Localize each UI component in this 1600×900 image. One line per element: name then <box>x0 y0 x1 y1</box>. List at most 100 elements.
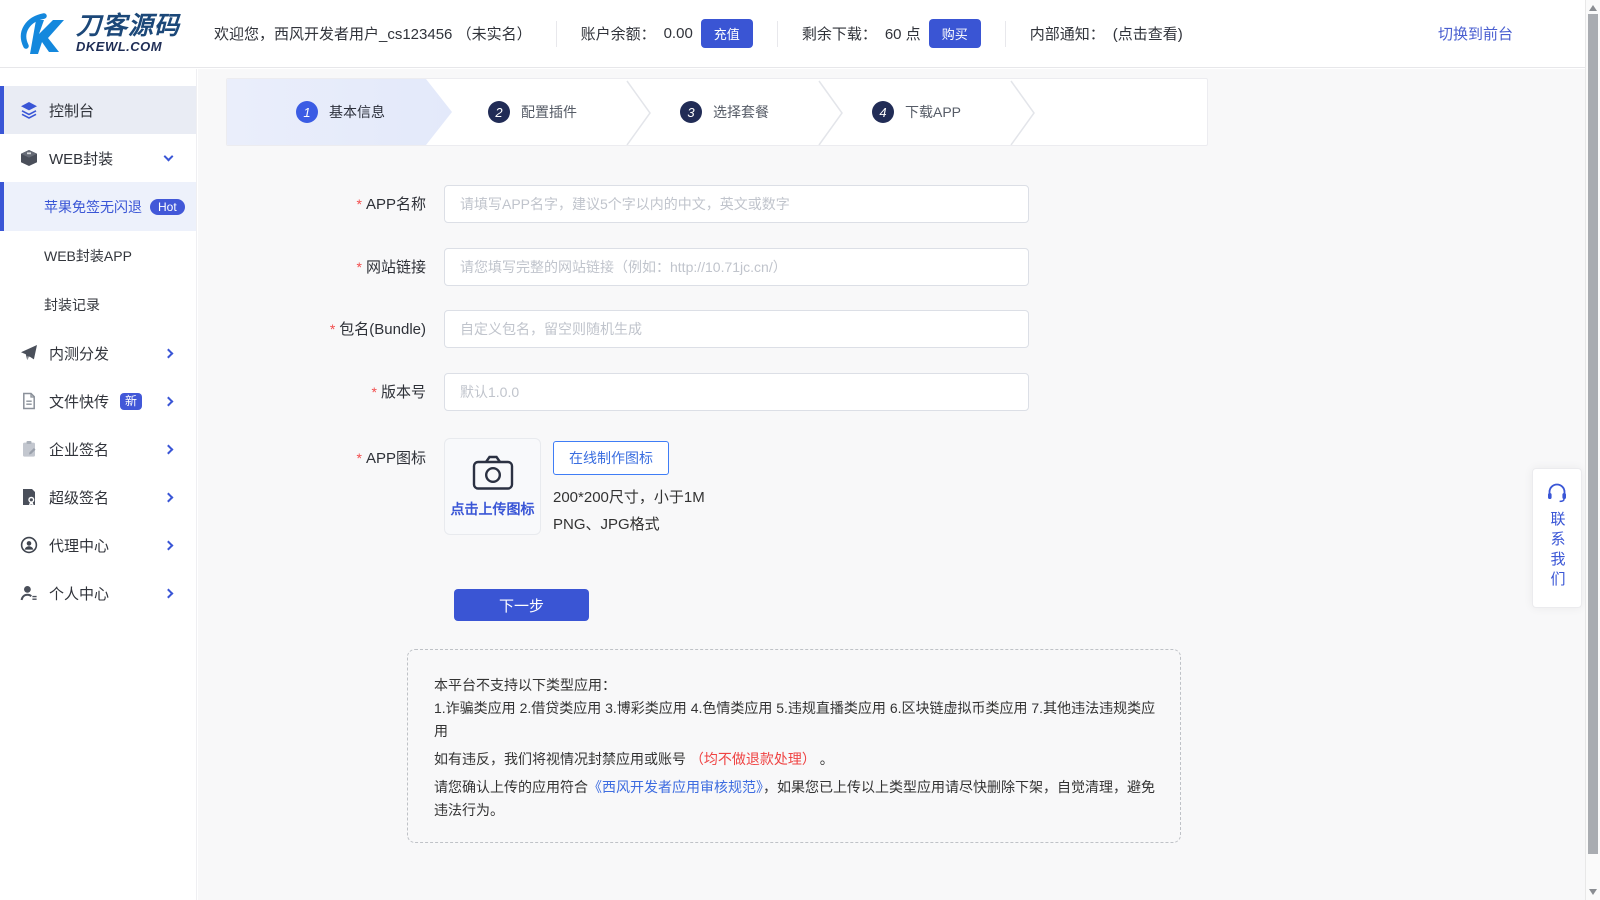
sidebar-subitem-label: 封装记录 <box>44 295 100 315</box>
chevron-right-icon <box>164 588 174 598</box>
review-standard-link[interactable]: 《西风开发者应用审核规范》 <box>588 779 763 795</box>
sidebar-subitem-apple-nosign[interactable]: 苹果免签无闪退 Hot <box>0 182 196 231</box>
top-header: 刀客源码 DKEWL.COM 欢迎您，西风开发者用户_cs123456 （未实名… <box>0 0 1585 68</box>
bundle-name-input[interactable] <box>444 310 1029 348</box>
agent-icon <box>20 536 38 554</box>
required-mark: * <box>357 450 362 466</box>
field-label: *APP图标 <box>226 438 426 471</box>
required-mark: * <box>372 384 377 400</box>
sidebar-item-super-sign[interactable]: 超级签名 <box>0 473 196 521</box>
balance-label: 账户余额： <box>581 23 656 44</box>
chevron-right-icon <box>164 540 174 550</box>
step-number: 1 <box>296 101 318 123</box>
step-number: 3 <box>680 101 702 123</box>
layers-icon <box>20 101 38 119</box>
form-row-app-name: *APP名称 <box>226 185 1029 224</box>
chevron-right-icon <box>164 492 174 502</box>
clipboard-icon <box>20 440 38 458</box>
form-row-app-icon: *APP图标 点击上传图标 在线制作图标 200*200尺寸，小于1M PNG、… <box>226 438 705 538</box>
site-url-input[interactable] <box>444 248 1029 286</box>
paper-plane-icon <box>20 344 38 362</box>
icon-size-hint: 200*200尺寸，小于1M <box>553 484 705 511</box>
sidebar-item-label: 控制台 <box>49 100 94 121</box>
notice-line-4: 请您确认上传的应用符合《西风开发者应用审核规范》，如果您已上传以上类型应用请尽快… <box>434 776 1158 822</box>
contact-us-widget[interactable]: 联系我们 <box>1532 468 1582 608</box>
icon-hints: 在线制作图标 200*200尺寸，小于1M PNG、JPG格式 <box>553 438 705 538</box>
certificate-icon <box>20 488 38 506</box>
sidebar-item-label: WEB封装 <box>49 148 113 169</box>
welcome-text: 欢迎您，西风开发者用户_cs123456 （未实名） <box>214 23 532 44</box>
chevron-right-icon <box>164 396 174 406</box>
balance-value: 0.00 <box>664 25 693 42</box>
notice-line-1: 本平台不支持以下类型应用： <box>434 674 1158 697</box>
sidebar-subitem-label: 苹果免签无闪退 <box>44 197 142 217</box>
make-icon-online-button[interactable]: 在线制作图标 <box>553 441 669 475</box>
sidebar-item-agent-center[interactable]: 代理中心 <box>0 521 196 569</box>
sidebar-item-label: 内测分发 <box>49 343 109 364</box>
logo[interactable]: 刀客源码 DKEWL.COM <box>18 12 204 56</box>
step-separator <box>1010 79 1036 146</box>
sidebar-item-personal-center[interactable]: 个人中心 <box>0 569 196 617</box>
internal-notice-link[interactable]: (点击查看) <box>1113 23 1183 44</box>
app-name-input[interactable] <box>444 185 1029 223</box>
sidebar-subitem-pack-records[interactable]: 封装记录 <box>0 280 196 329</box>
step-number: 4 <box>872 101 894 123</box>
step-choose-plan: 3 选择套餐 <box>680 79 769 145</box>
policy-notice-box: 本平台不支持以下类型应用： 1.诈骗类应用 2.借贷类应用 3.博彩类应用 4.… <box>407 649 1181 843</box>
scrollbar-thumb[interactable] <box>1588 14 1598 854</box>
step-label: 配置插件 <box>521 102 577 122</box>
scrollbar-up-arrow[interactable] <box>1589 5 1597 11</box>
notice-line-2: 1.诈骗类应用 2.借贷类应用 3.博彩类应用 4.色情类应用 5.违规直播类应… <box>434 697 1158 743</box>
step-download-app: 4 下载APP <box>872 79 961 145</box>
field-label: *包名(Bundle) <box>226 310 426 349</box>
sidebar-item-web-pack[interactable]: WEB封装 <box>0 134 196 182</box>
balance-group: 账户余额： 0.00 充值 <box>581 19 753 48</box>
main-content: 1 基本信息 2 配置插件 3 选择套餐 4 下载APP *APP名称 *网站链… <box>198 69 1585 900</box>
step-wizard: 1 基本信息 2 配置插件 3 选择套餐 4 下载APP <box>226 78 1208 146</box>
step-number: 2 <box>488 101 510 123</box>
header-divider <box>556 21 557 47</box>
form-row-site-url: *网站链接 <box>226 248 1029 287</box>
sidebar-item-label: 企业签名 <box>49 439 109 460</box>
scrollbar-down-arrow[interactable] <box>1589 889 1597 895</box>
logo-icon <box>18 12 70 56</box>
upload-icon-label: 点击上传图标 <box>451 499 535 519</box>
form-row-version: *版本号 <box>226 373 1029 412</box>
sidebar-subitem-label: WEB封装APP <box>44 246 132 266</box>
chevron-down-icon <box>164 152 174 162</box>
step-separator <box>626 79 652 146</box>
upload-icon-box[interactable]: 点击上传图标 <box>444 438 541 535</box>
form-row-bundle: *包名(Bundle) <box>226 310 1029 349</box>
hot-badge: Hot <box>150 199 185 215</box>
buy-button[interactable]: 购买 <box>929 19 981 48</box>
required-mark: * <box>330 321 335 337</box>
file-icon <box>20 392 38 410</box>
internal-notice-group: 内部通知： (点击查看) <box>1030 23 1183 44</box>
logo-subtitle: DKEWL.COM <box>76 39 180 54</box>
sidebar-item-beta-distribution[interactable]: 内测分发 <box>0 329 196 377</box>
contact-us-label: 联系我们 <box>1547 511 1568 591</box>
required-mark: * <box>357 259 362 275</box>
version-input[interactable] <box>444 373 1029 411</box>
sidebar-item-console[interactable]: 控制台 <box>0 86 196 134</box>
step-label: 基本信息 <box>329 102 385 122</box>
internal-notice-label: 内部通知： <box>1030 23 1105 44</box>
page-scrollbar[interactable] <box>1585 0 1600 900</box>
cube-icon <box>20 149 38 167</box>
sidebar-subitem-web-pack-app[interactable]: WEB封装APP <box>0 231 196 280</box>
field-label: *版本号 <box>226 373 426 412</box>
logo-text: 刀客源码 DKEWL.COM <box>76 13 180 54</box>
step-basic-info: 1 基本信息 <box>296 79 385 145</box>
sidebar-item-file-transfer[interactable]: 文件快传 新 <box>0 377 196 425</box>
step-separator <box>818 79 844 146</box>
camera-icon <box>472 455 514 491</box>
sidebar-item-label: 代理中心 <box>49 535 109 556</box>
sidebar-item-label: 个人中心 <box>49 583 109 604</box>
sidebar-item-label: 超级签名 <box>49 487 109 508</box>
recharge-button[interactable]: 充值 <box>701 19 753 48</box>
logo-title: 刀客源码 <box>76 13 180 39</box>
next-step-button[interactable]: 下一步 <box>454 589 589 621</box>
sidebar-item-enterprise-sign[interactable]: 企业签名 <box>0 425 196 473</box>
switch-to-front-link[interactable]: 切换到前台 <box>1438 23 1513 44</box>
downloads-group: 剩余下载： 60 点 购买 <box>802 19 981 48</box>
